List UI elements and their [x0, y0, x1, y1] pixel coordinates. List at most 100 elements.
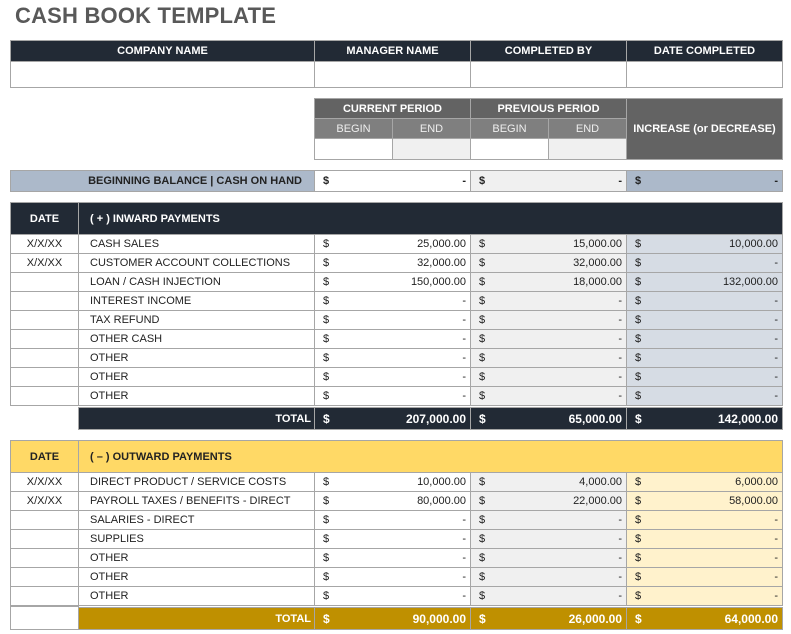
previous-amount-cell[interactable]: $ 18,000.00 — [470, 272, 627, 292]
date-cell[interactable]: X/X/XX — [10, 491, 79, 511]
current-begin-field[interactable] — [314, 138, 393, 160]
previous-amount-cell[interactable]: $ - — [470, 548, 627, 568]
manager-name-header: MANAGER NAME — [314, 40, 471, 62]
previous-amount-cell[interactable]: $ - — [470, 348, 627, 368]
current-amount-cell[interactable]: $ - — [314, 329, 471, 349]
current-amount-cell[interactable]: $ - — [314, 529, 471, 549]
manager-name-field[interactable] — [314, 61, 471, 88]
previous-amount-cell[interactable]: $ - — [470, 367, 627, 387]
date-cell[interactable] — [10, 586, 79, 606]
date-cell[interactable]: X/X/XX — [10, 472, 79, 492]
current-amount-cell[interactable]: $ 10,000.00 — [314, 472, 471, 492]
currency-symbol: $ — [635, 611, 642, 626]
previous-amount-cell[interactable]: $ - — [470, 386, 627, 406]
currency-symbol: $ — [479, 476, 486, 488]
current-amount-cell[interactable]: $ - — [314, 567, 471, 587]
item-cell[interactable]: DIRECT PRODUCT / SERVICE COSTS — [78, 472, 315, 492]
amount: - — [462, 295, 466, 307]
amount: - — [774, 371, 778, 383]
current-amount-cell[interactable]: $ 32,000.00 — [314, 253, 471, 273]
current-amount-cell[interactable]: $ - — [314, 386, 471, 406]
previous-amount-cell[interactable]: $ 15,000.00 — [470, 234, 627, 254]
current-end-field[interactable] — [392, 138, 471, 160]
item-cell[interactable]: OTHER — [78, 567, 315, 587]
amount: - — [774, 590, 778, 602]
beginning-balance-current[interactable]: $ - — [314, 170, 471, 192]
date-cell[interactable] — [10, 510, 79, 530]
item-cell[interactable]: CUSTOMER ACCOUNT COLLECTIONS — [78, 253, 315, 273]
item-cell[interactable]: INTEREST INCOME — [78, 291, 315, 311]
inward-date-header: DATE — [10, 202, 79, 235]
previous-amount-cell[interactable]: $ - — [470, 329, 627, 349]
amount: - — [618, 390, 622, 402]
total-current: $ 90,000.00 — [314, 607, 471, 630]
total-label: TOTAL — [78, 607, 315, 630]
item-cell[interactable]: CASH SALES — [78, 234, 315, 254]
currency-symbol: $ — [635, 495, 642, 507]
date-cell[interactable] — [10, 367, 79, 387]
date-cell[interactable]: X/X/XX — [10, 234, 79, 254]
current-amount-cell[interactable]: $ - — [314, 586, 471, 606]
previous-amount-cell[interactable]: $ 22,000.00 — [470, 491, 627, 511]
beginning-balance-previous[interactable]: $ - — [470, 170, 627, 192]
previous-amount-cell[interactable]: $ - — [470, 529, 627, 549]
item-cell[interactable]: SALARIES - DIRECT — [78, 510, 315, 530]
currency-symbol: $ — [479, 611, 486, 626]
item-cell[interactable]: OTHER — [78, 367, 315, 387]
total-date-blank — [10, 606, 79, 630]
date-cell[interactable] — [10, 548, 79, 568]
current-amount-cell[interactable]: $ - — [314, 510, 471, 530]
item-cell[interactable]: OTHER CASH — [78, 329, 315, 349]
date-cell[interactable] — [10, 310, 79, 330]
previous-amount-cell[interactable]: $ 32,000.00 — [470, 253, 627, 273]
previous-amount-cell[interactable]: $ - — [470, 567, 627, 587]
date-cell[interactable] — [10, 529, 79, 549]
previous-amount-cell[interactable]: $ - — [470, 310, 627, 330]
item-cell[interactable]: OTHER — [78, 348, 315, 368]
current-amount-cell[interactable]: $ - — [314, 367, 471, 387]
current-amount-cell[interactable]: $ 80,000.00 — [314, 491, 471, 511]
item-cell[interactable]: PAYROLL TAXES / BENEFITS - DIRECT — [78, 491, 315, 511]
previous-amount-cell[interactable]: $ - — [470, 586, 627, 606]
previous-amount-cell[interactable]: $ - — [470, 291, 627, 311]
previous-begin-field[interactable] — [470, 138, 549, 160]
completed-by-header: COMPLETED BY — [470, 40, 627, 62]
currency-symbol: $ — [323, 333, 330, 345]
current-amount-cell[interactable]: $ 25,000.00 — [314, 234, 471, 254]
current-amount-cell[interactable]: $ - — [314, 291, 471, 311]
currency-symbol: $ — [635, 238, 642, 250]
date-completed-field[interactable] — [626, 61, 783, 88]
date-cell[interactable] — [10, 272, 79, 292]
amount: - — [462, 590, 466, 602]
amount: - — [774, 333, 778, 345]
total-change: $ 142,000.00 — [626, 407, 783, 430]
amount: 10,000.00 — [417, 476, 466, 488]
amount: - — [774, 314, 778, 326]
item-cell[interactable]: OTHER — [78, 386, 315, 406]
item-cell[interactable]: TAX REFUND — [78, 310, 315, 330]
date-cell[interactable] — [10, 329, 79, 349]
current-amount-cell[interactable]: $ 150,000.00 — [314, 272, 471, 292]
currency-symbol: $ — [323, 611, 330, 626]
item-cell[interactable]: OTHER — [78, 586, 315, 606]
date-cell[interactable] — [10, 386, 79, 406]
item-cell[interactable]: SUPPLIES — [78, 529, 315, 549]
currency-symbol: $ — [323, 571, 330, 583]
current-amount-cell[interactable]: $ - — [314, 310, 471, 330]
previous-amount-cell[interactable]: $ - — [470, 510, 627, 530]
previous-amount-cell[interactable]: $ 4,000.00 — [470, 472, 627, 492]
previous-end-field[interactable] — [548, 138, 627, 160]
date-cell[interactable] — [10, 291, 79, 311]
date-cell[interactable] — [10, 348, 79, 368]
completed-by-field[interactable] — [470, 61, 627, 88]
date-cell[interactable] — [10, 567, 79, 587]
current-amount-cell[interactable]: $ - — [314, 548, 471, 568]
date-cell[interactable]: X/X/XX — [10, 253, 79, 273]
currency-symbol: $ — [635, 552, 642, 564]
amount: - — [618, 514, 622, 526]
company-name-field[interactable] — [10, 61, 315, 88]
item-cell[interactable]: LOAN / CASH INJECTION — [78, 272, 315, 292]
current-amount-cell[interactable]: $ - — [314, 348, 471, 368]
item-cell[interactable]: OTHER — [78, 548, 315, 568]
current-begin-header: BEGIN — [314, 118, 393, 139]
